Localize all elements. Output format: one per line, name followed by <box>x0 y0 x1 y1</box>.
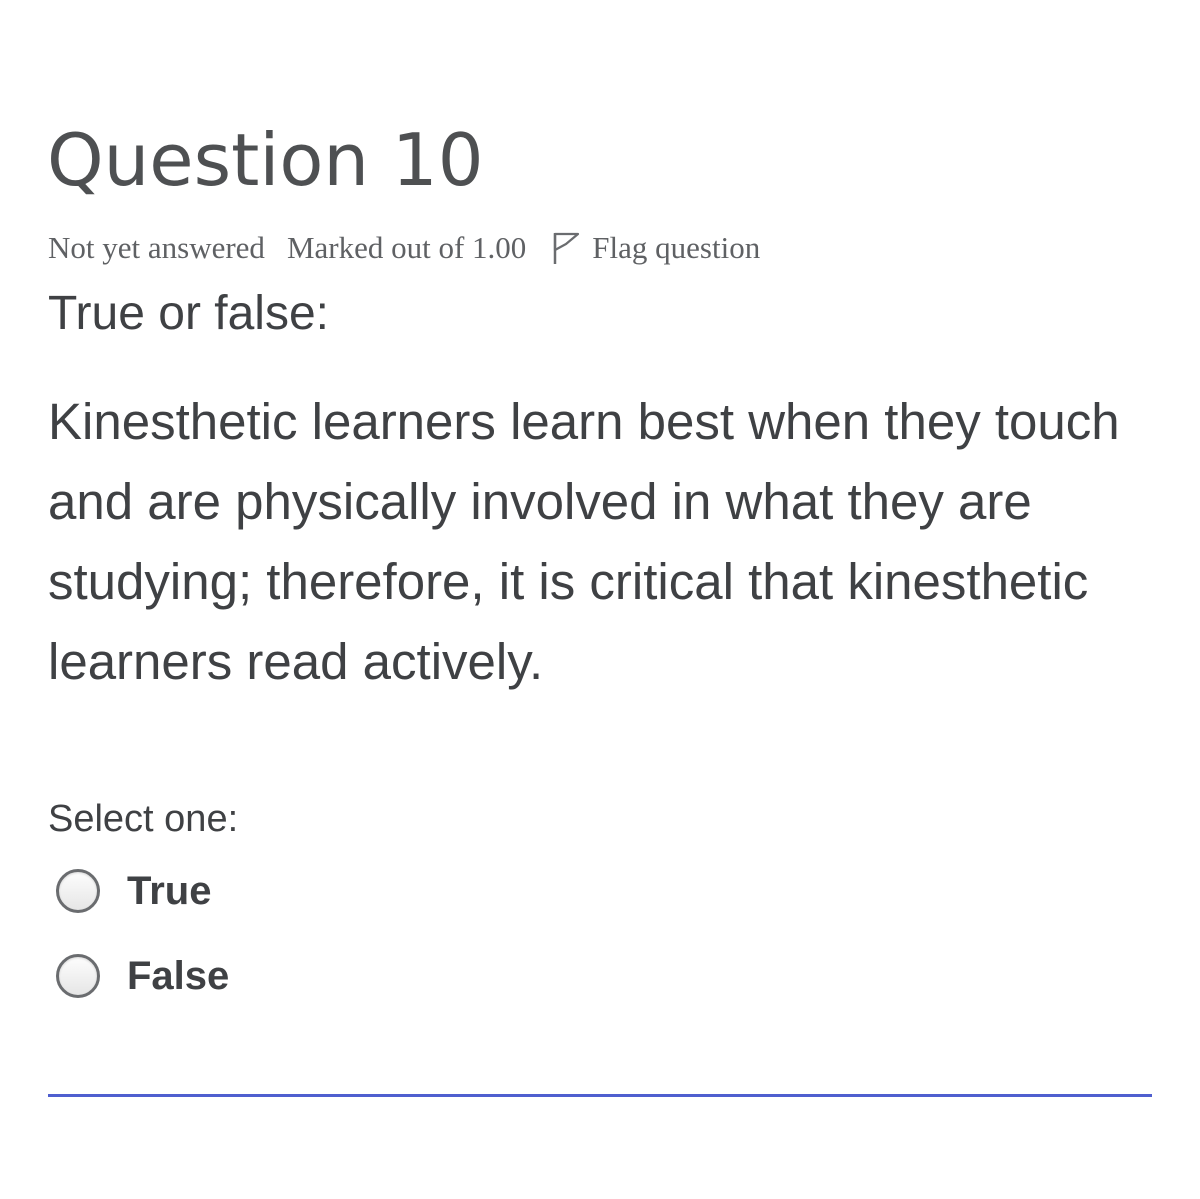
flag-question-label: Flag question <box>592 230 761 265</box>
answer-option-false[interactable]: False <box>56 950 229 1002</box>
question-grade: Marked out of 1.00 <box>286 230 527 265</box>
flag-icon <box>554 232 580 264</box>
question-info: Not yet answered Marked out of 1.00 Flag… <box>48 228 760 268</box>
answer-option-false-label: False <box>127 954 230 998</box>
question-text: Kinesthetic learners learn best when the… <box>48 393 1120 690</box>
question-type-label: True or false: <box>48 287 329 340</box>
radio-button-true[interactable] <box>56 869 100 913</box>
question-state: Not yet answered <box>48 230 265 265</box>
question-title: Question 10 <box>47 118 484 202</box>
answer-option-true[interactable]: True <box>56 865 211 917</box>
radio-button-false[interactable] <box>56 954 100 998</box>
answer-option-true-label: True <box>127 869 212 913</box>
flag-question-button[interactable]: Flag question <box>548 230 760 266</box>
section-divider <box>48 1094 1152 1097</box>
select-one-prompt: Select one: <box>48 798 239 840</box>
